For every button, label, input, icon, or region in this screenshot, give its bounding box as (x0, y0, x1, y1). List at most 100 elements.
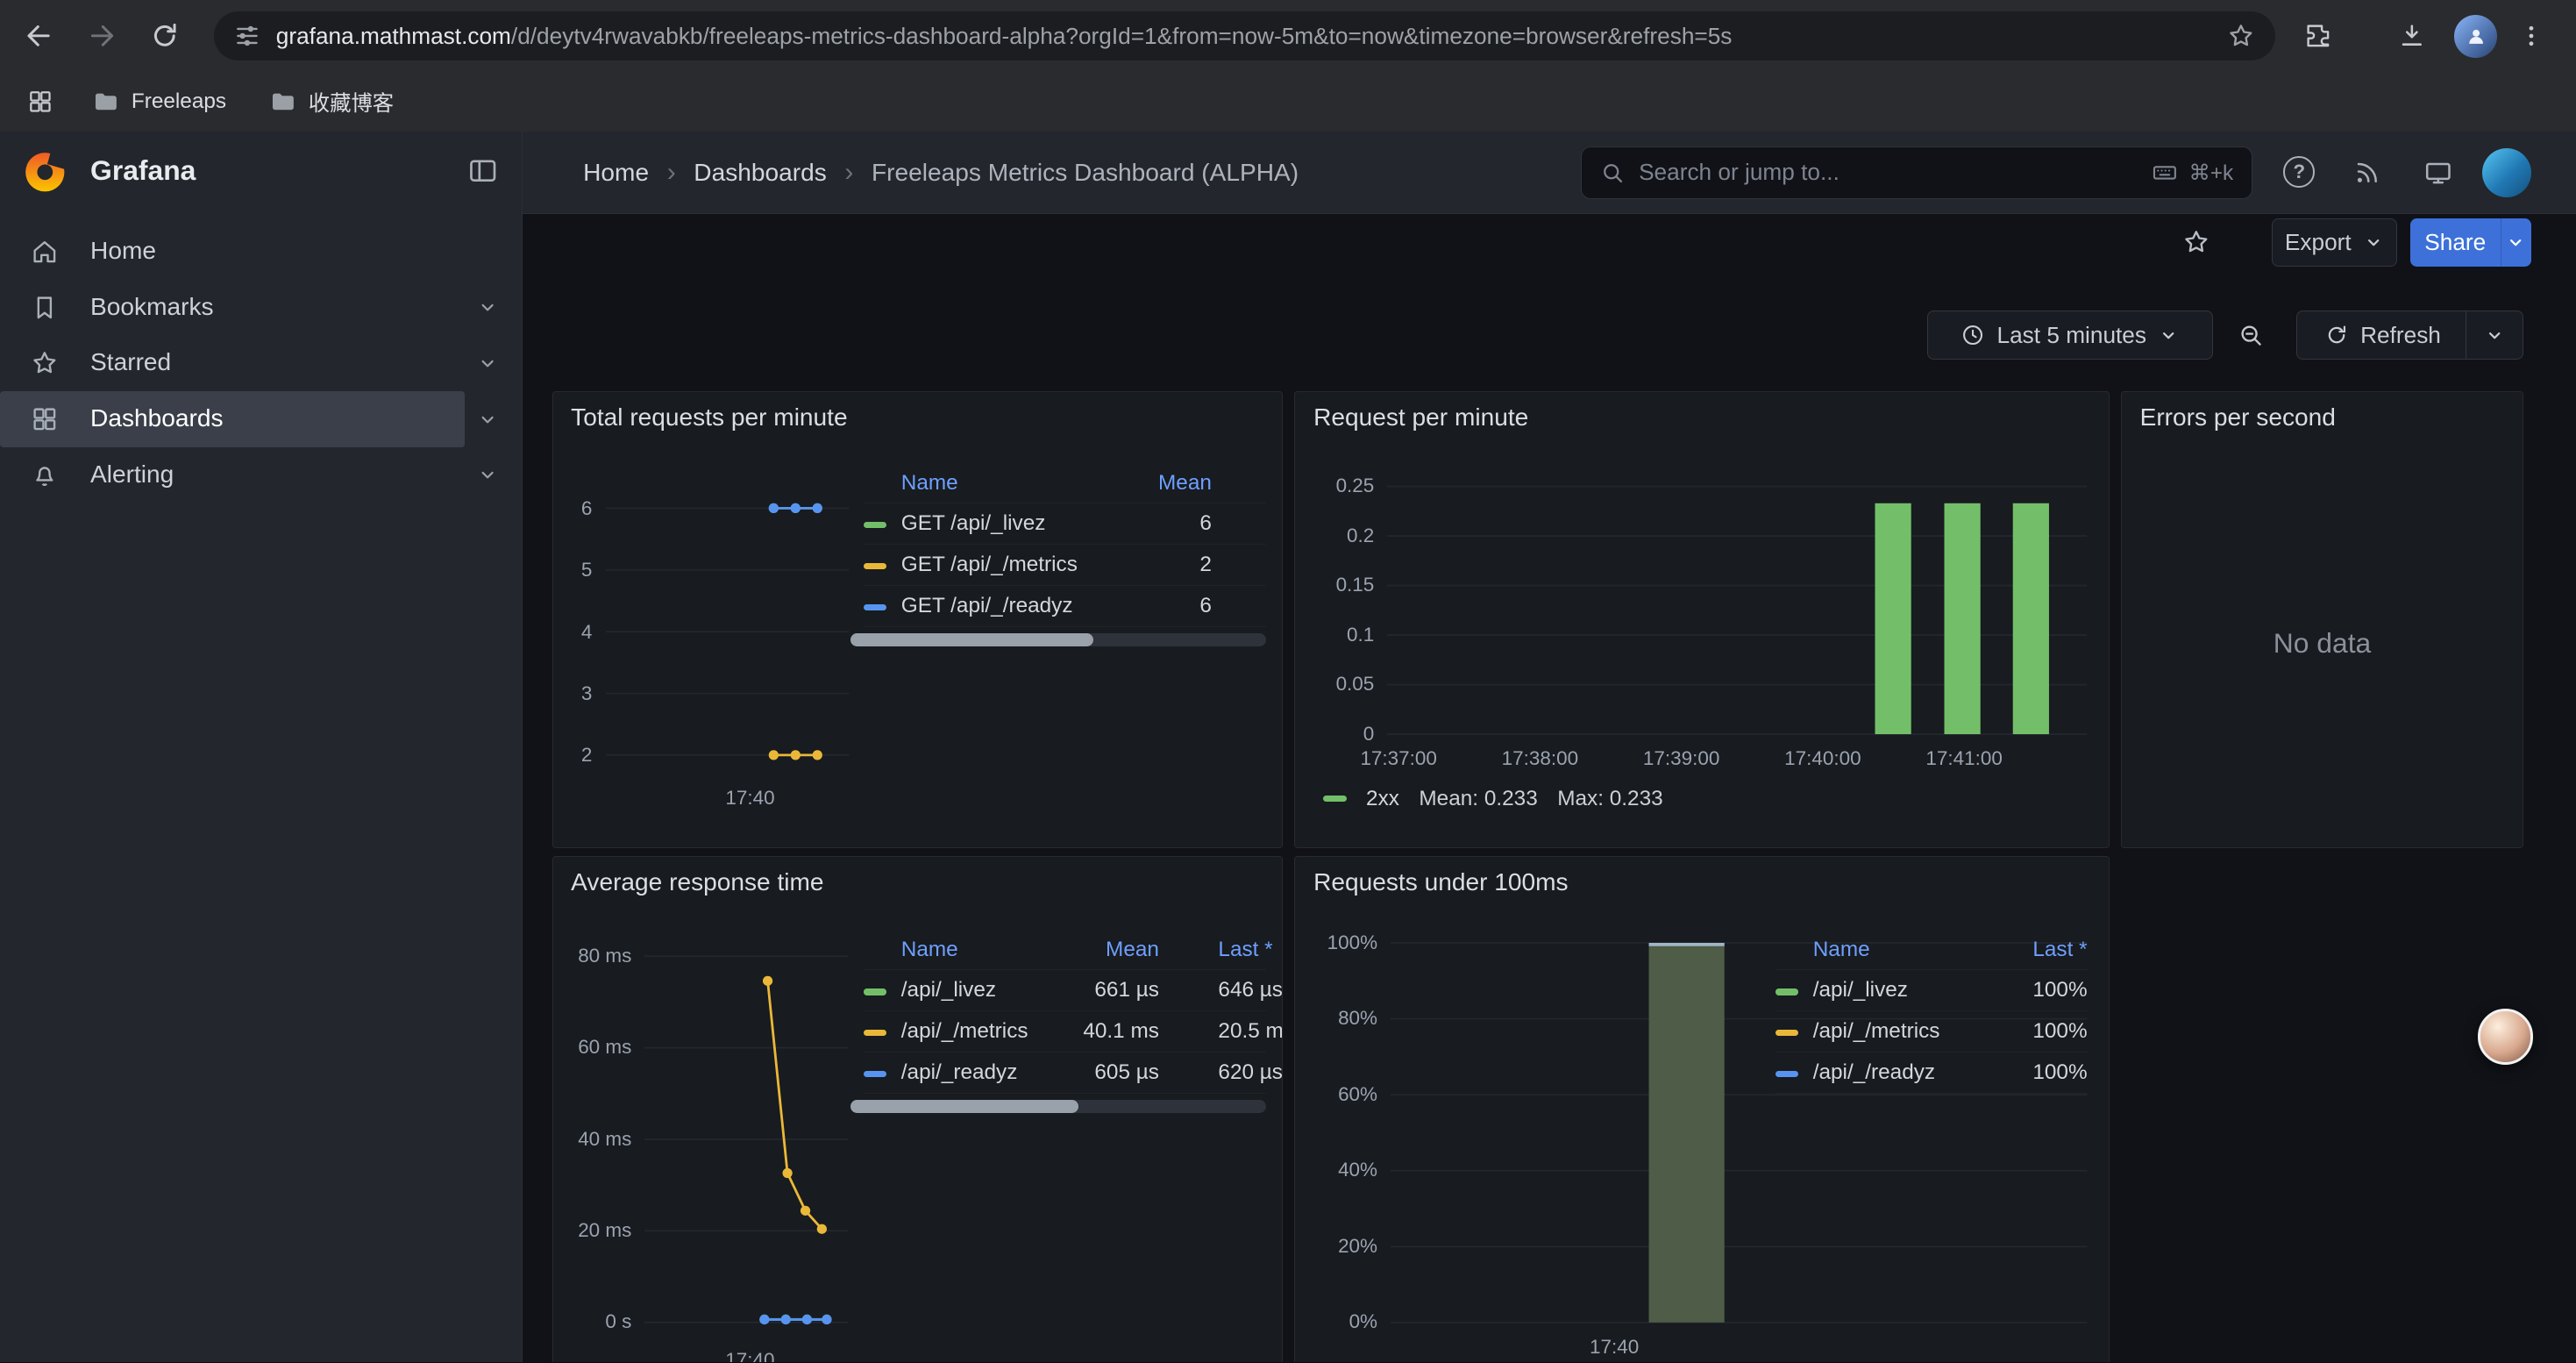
extensions-icon[interactable] (2292, 10, 2345, 62)
series-name[interactable]: 2xx (1366, 787, 1399, 811)
panel-title[interactable]: Requests under 100ms (1313, 868, 1568, 896)
search-input[interactable] (1639, 159, 2138, 186)
grafana-header: Home› Dashboards› Freeleaps Metrics Dash… (523, 132, 2576, 214)
assistant-avatar[interactable] (2478, 1009, 2534, 1065)
legend-header-row: NameMeanLast * (864, 930, 1266, 971)
series-color-swatch (864, 522, 886, 528)
refresh-button[interactable]: Refresh (2296, 310, 2467, 360)
apps-grid-icon[interactable] (17, 82, 64, 123)
series-color-swatch (1775, 1030, 1798, 1036)
series-mean: 6 (1199, 586, 1212, 627)
share-menu-chevron[interactable] (2501, 218, 2532, 266)
menu-kebab-icon[interactable] (2505, 10, 2558, 62)
url-text: grafana.mathmast.com/d/deytv4rwavabkb/fr… (276, 23, 2211, 50)
legend-col-name[interactable]: Name (901, 471, 958, 495)
series-mean: 6 (1199, 503, 1212, 545)
x-axis-tick: 17:40 (651, 785, 849, 811)
dock-sidebar-icon[interactable] (466, 154, 499, 187)
chevron-down-icon[interactable] (476, 463, 499, 486)
series-name[interactable]: /api/_/metrics (901, 1019, 1028, 1043)
chevron-down-icon[interactable] (476, 352, 499, 375)
chevron-down-icon[interactable] (476, 408, 499, 431)
series-color-swatch (864, 1071, 886, 1077)
url-bar[interactable]: grafana.mathmast.com/d/deytv4rwavabkb/fr… (214, 11, 2276, 61)
panel-title[interactable]: Errors per second (2140, 403, 2336, 432)
legend-scrollbar[interactable] (850, 1100, 1266, 1113)
bell-icon (30, 460, 60, 490)
series-name[interactable]: GET /api/_/readyz (901, 594, 1073, 617)
bookmark-icon (30, 293, 60, 323)
profile-avatar[interactable] (2450, 10, 2502, 62)
sidebar: Grafana Home Bookmarks Starred Dashboard… (0, 132, 523, 1362)
legend-scrollbar[interactable] (850, 633, 1266, 646)
legend-col-last[interactable]: Last * (1218, 930, 1272, 971)
scrollbar-thumb[interactable] (850, 1100, 1078, 1113)
chevron-down-icon (2363, 232, 2384, 253)
sidebar-item-starred[interactable]: Starred (0, 335, 522, 391)
keyboard-icon (2151, 159, 2179, 187)
series-name[interactable]: /api/_/metrics (1813, 1019, 1940, 1043)
bookmark-folder-freeleaps[interactable]: Freeleaps (77, 82, 241, 123)
help-icon[interactable]: ? (2283, 156, 2315, 188)
series-name[interactable]: /api/_readyz (901, 1060, 1018, 1084)
bookmark-label: Freeleaps (132, 89, 226, 114)
legend-row: GET /api/_livez 6 (864, 503, 1266, 545)
series-color-swatch (864, 988, 886, 995)
y-axis-tick: 0.2 (1294, 523, 1374, 549)
reload-button[interactable] (138, 10, 190, 62)
bookmark-star-icon[interactable] (2226, 21, 2256, 51)
series-last: 620 µs (1218, 1053, 1283, 1094)
legend-col-name[interactable]: Name (1813, 938, 1870, 961)
series-name[interactable]: GET /api/_livez (901, 511, 1046, 535)
breadcrumb-dashboards[interactable]: Dashboards (694, 159, 826, 187)
refresh-icon (2324, 323, 2349, 347)
search-box[interactable]: ⌘+k (1581, 146, 2252, 199)
share-button[interactable]: Share (2410, 218, 2501, 266)
series-last: 100% (2032, 970, 2087, 1011)
breadcrumb-home[interactable]: Home (583, 159, 649, 187)
favorite-dashboard-star-icon[interactable] (2181, 227, 2211, 257)
sidebar-item-bookmarks[interactable]: Bookmarks (0, 280, 522, 336)
monitor-icon[interactable] (2423, 158, 2453, 188)
chevron-down-icon (2484, 325, 2505, 346)
zoom-out-time-button[interactable] (2221, 310, 2280, 360)
user-avatar[interactable] (2482, 148, 2531, 197)
chevron-down-icon[interactable] (476, 296, 499, 318)
grafana-logo[interactable] (23, 150, 68, 195)
sidebar-item-home[interactable]: Home (0, 224, 522, 280)
export-button[interactable]: Export (2272, 218, 2396, 266)
series-mean: 40.1 ms (1083, 1011, 1159, 1053)
legend-col-mean[interactable]: Mean (1106, 930, 1159, 971)
series-color-swatch (864, 604, 886, 610)
brand-name: Grafana (90, 154, 196, 187)
scrollbar-thumb[interactable] (850, 633, 1093, 646)
back-button[interactable] (13, 10, 66, 62)
search-shortcut: ⌘+k (2151, 159, 2233, 187)
panel-title[interactable]: Total requests per minute (571, 403, 847, 432)
legend-col-name[interactable]: Name (901, 938, 958, 961)
series-name[interactable]: /api/_livez (901, 978, 996, 1002)
forward-button[interactable] (75, 10, 128, 62)
y-axis-tick: 3 (552, 681, 593, 707)
panel-title[interactable]: Average response time (571, 868, 823, 896)
series-name[interactable]: GET /api/_/metrics (901, 553, 1078, 576)
legend-col-mean[interactable]: Mean (1158, 463, 1212, 504)
sidebar-item-alerting[interactable]: Alerting (0, 447, 522, 503)
sidebar-item-dashboards[interactable]: Dashboards (0, 391, 522, 447)
time-range-picker[interactable]: Last 5 minutes (1927, 310, 2213, 360)
bookmark-folder-blog[interactable]: 收藏博客 (254, 80, 409, 124)
series-max-stat: Max: 0.233 (1557, 787, 1662, 811)
url-path: /d/deytv4rwavabkb/freeleaps-metrics-dash… (511, 23, 1733, 49)
news-rss-icon[interactable] (2352, 158, 2382, 188)
y-axis-tick: 40% (1294, 1157, 1377, 1183)
downloads-icon[interactable] (2386, 10, 2438, 62)
legend-col-last[interactable]: Last * (2032, 930, 2087, 971)
y-axis-tick: 2 (552, 742, 593, 768)
panel-title[interactable]: Request per minute (1313, 403, 1528, 432)
y-axis-tick: 80 ms (552, 943, 632, 969)
refresh-interval-chevron[interactable] (2466, 310, 2523, 360)
series-name[interactable]: /api/_/readyz (1813, 1060, 1935, 1084)
site-settings-icon[interactable] (233, 22, 261, 50)
series-name[interactable]: /api/_livez (1813, 978, 1908, 1002)
legend-row: /api/_livez661 µs646 µs (864, 970, 1266, 1011)
